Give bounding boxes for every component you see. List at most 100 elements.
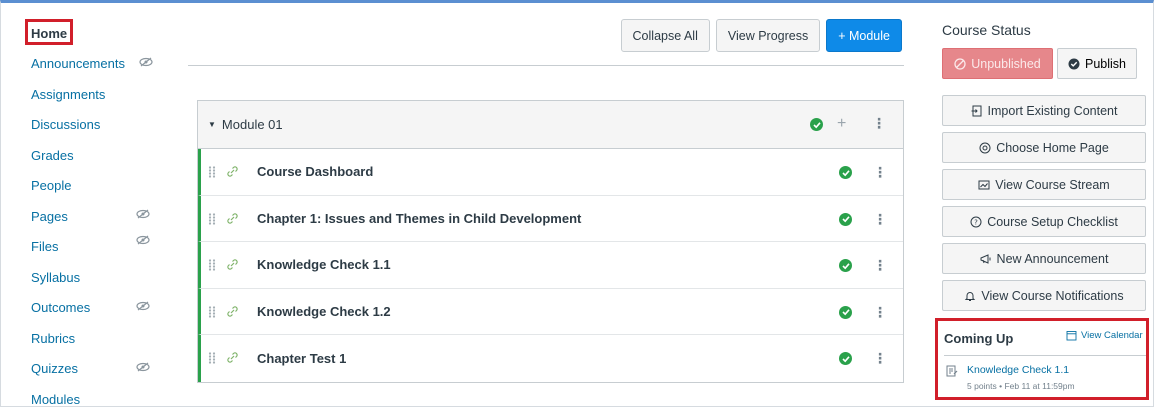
coming-up-panel: Coming Up View Calendar Knowledge Check …: [935, 318, 1149, 400]
assignment-icon: [946, 365, 958, 377]
module-kebab-menu-icon[interactable]: ⋮: [872, 115, 886, 132]
unpublished-label: Unpublished: [971, 56, 1041, 71]
published-check-icon[interactable]: [810, 118, 823, 131]
nav-item-label: Discussions: [31, 117, 101, 133]
view-calendar-link[interactable]: View Calendar: [1066, 330, 1143, 341]
link-icon: [227, 166, 238, 177]
hidden-eye-icon: [136, 362, 150, 371]
nav-item-label: Files: [31, 239, 59, 255]
modules-toolbar: Collapse All View Progress + Module: [620, 19, 902, 52]
nav-item-rubrics[interactable]: Rubrics: [24, 323, 174, 354]
nav-item-modules[interactable]: Modules: [24, 384, 174, 407]
caret-down-icon[interactable]: ▼: [208, 120, 216, 129]
module-item-title[interactable]: Chapter 1: Issues and Themes in Child De…: [257, 211, 581, 226]
published-check-icon[interactable]: [839, 259, 852, 273]
published-check-icon[interactable]: [839, 305, 852, 319]
module-item-title[interactable]: Course Dashboard: [257, 164, 373, 179]
nav-item-files[interactable]: Files: [24, 232, 174, 263]
nav-item-label: Grades: [31, 147, 74, 163]
add-module-button[interactable]: + Module: [826, 19, 902, 52]
module-item[interactable]: Course Dashboard ⋮: [198, 149, 903, 196]
drag-handle-icon[interactable]: [208, 352, 216, 365]
module-item-title[interactable]: Knowledge Check 1.2: [257, 304, 391, 319]
view-calendar-label: View Calendar: [1081, 330, 1143, 341]
checklist-icon: ?: [970, 216, 982, 227]
module-item-title[interactable]: Chapter Test 1: [257, 351, 346, 366]
unpublished-button[interactable]: Unpublished: [942, 48, 1053, 79]
view-course-notifications-button[interactable]: View Course Notifications: [942, 280, 1146, 311]
nav-item-syllabus[interactable]: Syllabus: [24, 262, 174, 293]
module-item-title[interactable]: Knowledge Check 1.1: [257, 257, 391, 272]
bell-icon: [965, 291, 976, 301]
module-title: Module 01: [221, 117, 283, 132]
nav-item-pages[interactable]: Pages: [24, 201, 174, 232]
published-check-icon[interactable]: [839, 352, 852, 366]
item-kebab-menu-icon[interactable]: ⋮: [873, 164, 887, 181]
drag-handle-icon[interactable]: [208, 166, 216, 178]
new-announcement-button[interactable]: New Announcement: [942, 243, 1146, 274]
action-label: Import Existing Content: [987, 103, 1118, 118]
hidden-eye-icon: [136, 209, 150, 219]
link-icon: [227, 306, 238, 317]
hidden-eye-icon: [136, 235, 150, 244]
course-nav: Home Announcements Assignments Discussio…: [24, 18, 174, 407]
nav-item-quizzes[interactable]: Quizzes: [24, 354, 174, 385]
publish-button[interactable]: Publish: [1057, 48, 1137, 79]
nav-item-home[interactable]: Home: [24, 18, 174, 49]
nav-item-label: Modules: [31, 391, 81, 407]
nav-item-announcements[interactable]: Announcements: [24, 49, 174, 80]
module-panel: ▼ Module 01 + ⋮ Course Dashboard ⋮ Chapt…: [197, 100, 904, 383]
coming-up-title: Coming Up: [944, 331, 1014, 346]
stream-icon: [978, 180, 990, 189]
action-label: Course Setup Checklist: [987, 214, 1118, 229]
coming-up-event-link[interactable]: Knowledge Check 1.1: [967, 364, 1069, 376]
nav-item-people[interactable]: People: [24, 171, 174, 202]
nav-item-label: Syllabus: [31, 269, 81, 285]
nav-item-outcomes[interactable]: Outcomes: [24, 293, 174, 324]
module-item[interactable]: Chapter Test 1 ⋮: [198, 335, 903, 382]
nav-item-label: Rubrics: [31, 330, 76, 346]
nav-item-label: People: [31, 178, 72, 194]
item-kebab-menu-icon[interactable]: ⋮: [873, 211, 887, 228]
action-label: Choose Home Page: [996, 140, 1109, 155]
module-item[interactable]: Knowledge Check 1.1 ⋮: [198, 242, 903, 289]
choose-home-page-button[interactable]: Choose Home Page: [942, 132, 1146, 163]
published-check-icon[interactable]: [839, 166, 852, 179]
calendar-icon: [1066, 331, 1077, 341]
add-item-plus-icon[interactable]: +: [837, 115, 846, 133]
course-status-title: Course Status: [942, 22, 1031, 38]
published-check-icon[interactable]: [839, 212, 852, 226]
drag-handle-icon[interactable]: [208, 212, 216, 225]
nav-item-assignments[interactable]: Assignments: [24, 79, 174, 110]
nav-item-grades[interactable]: Grades: [24, 140, 174, 171]
module-header[interactable]: ▼ Module 01 + ⋮: [198, 101, 903, 149]
announcement-icon: [980, 253, 991, 264]
nav-item-label: Assignments: [31, 86, 106, 102]
collapse-all-button[interactable]: Collapse All: [620, 19, 710, 52]
check-circle-icon: [1068, 58, 1080, 69]
coming-up-event-meta: 5 points • Feb 11 at 11:59pm: [967, 381, 1075, 391]
module-item[interactable]: Chapter 1: Issues and Themes in Child De…: [198, 195, 903, 243]
publish-label: Publish: [1085, 56, 1126, 71]
coming-up-divider: [944, 355, 1146, 356]
import-icon: [971, 105, 982, 116]
hidden-eye-icon: [136, 301, 150, 310]
view-course-stream-button[interactable]: View Course Stream: [942, 169, 1146, 200]
action-label: New Announcement: [996, 251, 1109, 266]
item-kebab-menu-icon[interactable]: ⋮: [873, 304, 887, 321]
item-kebab-menu-icon[interactable]: ⋮: [873, 257, 887, 274]
action-label: View Course Notifications: [981, 288, 1124, 303]
ban-icon: [954, 57, 966, 70]
nav-item-label: Quizzes: [31, 361, 78, 377]
import-content-button[interactable]: Import Existing Content: [942, 95, 1146, 126]
module-item[interactable]: Knowledge Check 1.2 ⋮: [198, 288, 903, 336]
view-progress-button[interactable]: View Progress: [715, 19, 821, 52]
course-status-row: Unpublished Publish: [942, 48, 1146, 79]
course-actions: Import Existing Content Choose Home Page…: [942, 95, 1146, 311]
drag-handle-icon[interactable]: [208, 259, 216, 272]
svg-text:?: ?: [974, 218, 978, 226]
course-setup-checklist-button[interactable]: ? Course Setup Checklist: [942, 206, 1146, 237]
item-kebab-menu-icon[interactable]: ⋮: [873, 350, 887, 367]
drag-handle-icon[interactable]: [208, 305, 216, 318]
nav-item-discussions[interactable]: Discussions: [24, 110, 174, 141]
